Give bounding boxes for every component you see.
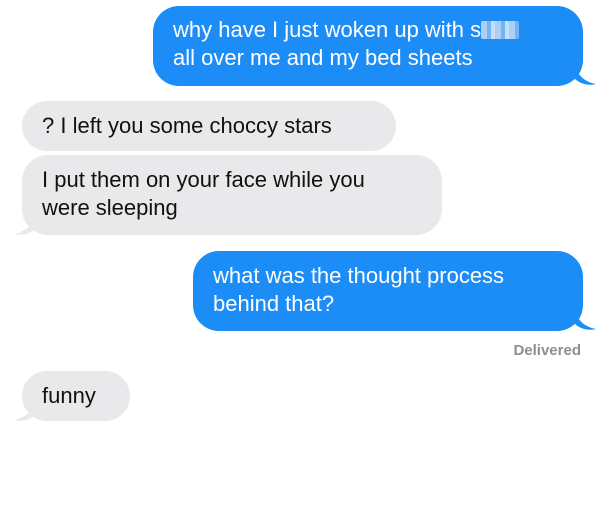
- bubble-tail-icon: [574, 62, 600, 86]
- received-message-bubble[interactable]: I put them on your face while you were s…: [22, 155, 442, 235]
- bubble-tail-icon: [574, 307, 600, 331]
- sent-message-bubble[interactable]: why have I just woken up with s all over …: [153, 6, 583, 86]
- message-text: ? I left you some choccy stars: [42, 113, 332, 138]
- message-text: I put them on your face while you were s…: [42, 167, 365, 220]
- received-message-bubble[interactable]: funny: [22, 371, 130, 421]
- message-text-line: why have I just woken up with s: [173, 17, 482, 42]
- received-message-bubble[interactable]: ? I left you some choccy stars: [22, 101, 396, 151]
- delivery-status: Delivered: [513, 342, 581, 359]
- censored-word-blur: [481, 21, 520, 39]
- bubble-tail-icon: [10, 398, 36, 422]
- message-text: why have I just woken up with s all over …: [173, 16, 563, 72]
- sent-message-bubble[interactable]: what was the thought process behind that…: [193, 251, 583, 331]
- bubble-tail-icon: [10, 212, 36, 236]
- message-text: funny: [42, 383, 96, 408]
- message-text-line: all over me and my bed sheets: [173, 45, 473, 70]
- message-text: what was the thought process behind that…: [213, 263, 505, 316]
